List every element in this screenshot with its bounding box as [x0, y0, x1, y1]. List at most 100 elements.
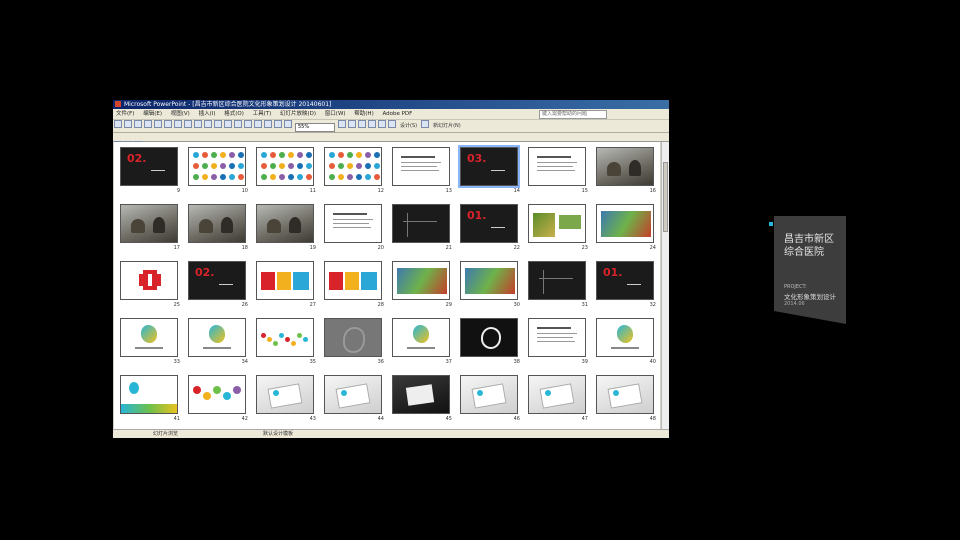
preview-icon[interactable] [174, 120, 182, 128]
design-button[interactable]: 设计(S) [400, 123, 417, 129]
new-icon[interactable] [114, 120, 122, 128]
menu-slideshow[interactable]: 幻灯片放映(D) [280, 111, 316, 117]
slide-number: 20 [377, 245, 384, 251]
section-number: 01. [467, 209, 487, 222]
slide-thumbnail[interactable] [188, 204, 246, 243]
slide-thumbnail[interactable]: 02. [188, 261, 246, 300]
slide-thumbnail[interactable] [120, 375, 178, 414]
slide-thumbnail[interactable]: 01. [460, 204, 518, 243]
print-icon[interactable] [164, 120, 172, 128]
slide-thumbnail[interactable] [256, 318, 314, 357]
slide-thumbnail[interactable] [528, 318, 586, 357]
section-number: 02. [127, 152, 147, 165]
slide-thumbnail[interactable] [460, 318, 518, 357]
slide-thumbnail[interactable] [188, 375, 246, 414]
slide-thumbnail[interactable] [596, 375, 654, 414]
slide-thumbnail[interactable]: 02. [120, 147, 178, 186]
slide-thumbnail[interactable] [392, 375, 450, 414]
slide-thumbnail[interactable] [596, 147, 654, 186]
slide-thumbnail[interactable] [324, 261, 382, 300]
slide-thumbnail[interactable] [460, 261, 518, 300]
slide-thumbnail[interactable]: 03. [458, 145, 520, 188]
redo-icon[interactable] [244, 120, 252, 128]
help-search-input[interactable]: 键入需要帮助的问题 [539, 110, 607, 119]
slide-thumbnail[interactable] [256, 204, 314, 243]
slide-number: 31 [581, 302, 588, 308]
email-icon[interactable] [154, 120, 162, 128]
slide-number: 35 [309, 359, 316, 365]
copy-icon[interactable] [204, 120, 212, 128]
slide-thumbnail[interactable]: 01. [596, 261, 654, 300]
slide-thumbnail[interactable] [528, 204, 586, 243]
save-icon[interactable] [134, 120, 142, 128]
slide-thumbnail[interactable] [460, 375, 518, 414]
slide-thumbnail[interactable] [392, 204, 450, 243]
scrollbar-thumb[interactable] [663, 162, 668, 232]
slide-number: 39 [581, 359, 588, 365]
open-icon[interactable] [124, 120, 132, 128]
menu-insert[interactable]: 插入(I) [199, 111, 216, 117]
slide-thumbnail[interactable] [392, 318, 450, 357]
project-name: 文化形象策划设计 [784, 293, 836, 301]
slide-thumbnail[interactable] [596, 204, 654, 243]
menu-window[interactable]: 窗口(W) [325, 111, 346, 117]
slide-thumbnail[interactable] [392, 147, 450, 186]
slide-thumbnail[interactable] [188, 318, 246, 357]
undo-icon[interactable] [234, 120, 242, 128]
slide-number: 15 [581, 188, 588, 194]
menu-file[interactable]: 文件(F) [116, 111, 134, 117]
menu-format[interactable]: 格式(O) [224, 111, 244, 117]
menu-view[interactable]: 视图(V) [171, 111, 190, 117]
slide-number: 45 [445, 416, 452, 422]
slide-thumbnail[interactable] [256, 261, 314, 300]
slide-thumbnail[interactable] [188, 147, 246, 186]
help-icon[interactable] [338, 120, 346, 128]
rehearse-icon[interactable] [368, 120, 376, 128]
format-painter-icon[interactable] [224, 120, 232, 128]
new-slide-button[interactable]: 新幻灯片(N) [433, 123, 461, 129]
new-slide-icon[interactable] [421, 120, 430, 128]
slide-thumbnail[interactable] [120, 261, 178, 300]
transition-icon[interactable] [348, 120, 356, 128]
cut-icon[interactable] [194, 120, 202, 128]
slide-thumbnail[interactable] [324, 375, 382, 414]
slide-thumbnail[interactable] [392, 261, 450, 300]
slide-thumbnail[interactable] [324, 318, 382, 357]
slide-number: 13 [445, 188, 452, 194]
summary-icon[interactable] [378, 120, 386, 128]
slide-number: 27 [309, 302, 316, 308]
grid-icon[interactable] [274, 120, 282, 128]
slide-thumbnail[interactable] [528, 375, 586, 414]
spelling-icon[interactable] [184, 120, 192, 128]
menu-help[interactable]: 帮助(H) [354, 111, 373, 117]
menu-adobe-pdf[interactable]: Adobe PDF [382, 111, 412, 117]
paste-icon[interactable] [214, 120, 222, 128]
slide-sorter: 02. 9 10 11 12 13 03. 14 15 16 17 18 19 20 21 01. 22 23 24… [114, 142, 660, 429]
notes-icon[interactable] [388, 120, 396, 128]
vertical-scrollbar[interactable] [661, 142, 669, 429]
slide-thumbnail[interactable] [528, 261, 586, 300]
section-number: 02. [195, 266, 215, 279]
hide-slide-icon[interactable] [358, 120, 366, 128]
slide-thumbnail[interactable] [528, 147, 586, 186]
title-bar: Microsoft PowerPoint - [昌吉市新区综合医院文化形象策划设… [113, 100, 669, 109]
slide-number: 43 [309, 416, 316, 422]
zoom-select[interactable]: 55% [295, 123, 335, 132]
menu-edit[interactable]: 编辑(E) [143, 111, 162, 117]
slide-number: 9 [176, 188, 180, 194]
slide-thumbnail[interactable] [120, 318, 178, 357]
slide-thumbnail[interactable] [596, 318, 654, 357]
permission-icon[interactable] [144, 120, 152, 128]
slide-number: 33 [173, 359, 180, 365]
color-icon[interactable] [284, 120, 292, 128]
slide-number: 12 [377, 188, 384, 194]
chart-icon[interactable] [254, 120, 262, 128]
table-icon[interactable] [264, 120, 272, 128]
slide-thumbnail[interactable] [256, 375, 314, 414]
slide-thumbnail[interactable] [324, 147, 382, 186]
slide-thumbnail[interactable] [120, 204, 178, 243]
slide-thumbnail[interactable] [256, 147, 314, 186]
menu-tools[interactable]: 工具(T) [253, 111, 272, 117]
slide-thumbnail[interactable] [324, 204, 382, 243]
accent-marker [769, 222, 773, 226]
